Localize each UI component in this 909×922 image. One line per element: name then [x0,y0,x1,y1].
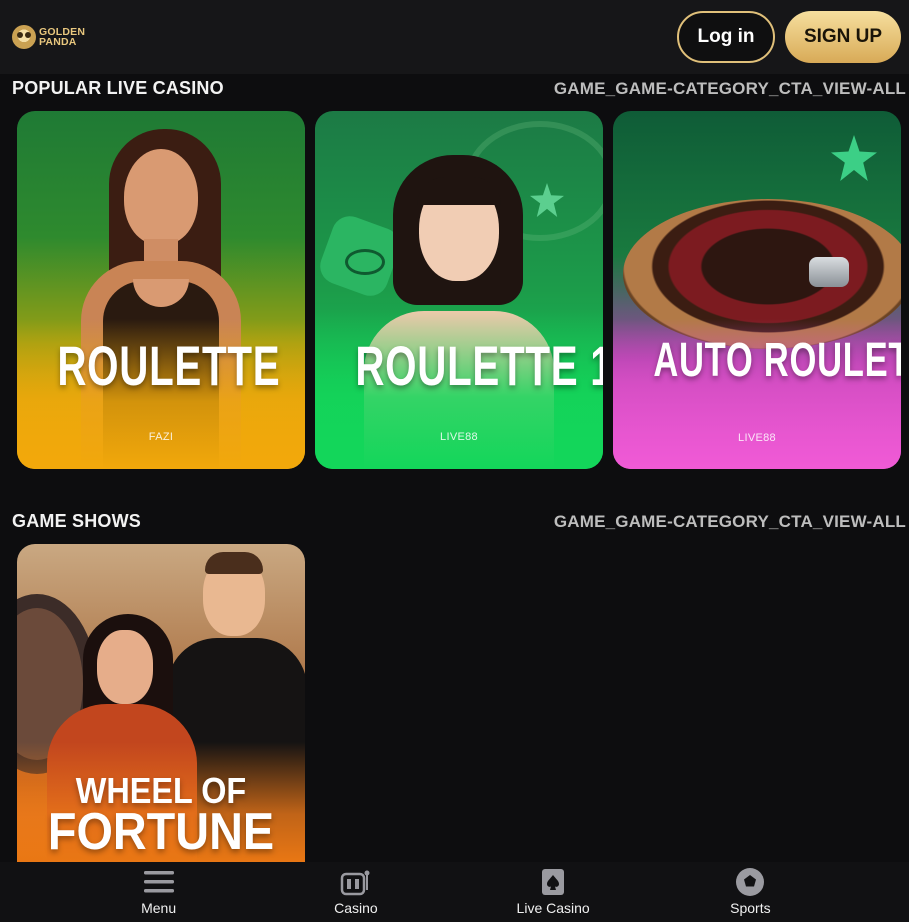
game-shows-header: GAME SHOWS GAME_GAME-CATEGORY_CTA_VIEW-A… [12,511,906,532]
nav-label: Live Casino [516,900,590,916]
popular-live-casino-header: POPULAR LIVE CASINO GAME_GAME-CATEGORY_C… [12,78,906,99]
game-card-auto-roulette-1[interactable]: AUTO ROULETTE 1 LIVE88 [613,111,901,469]
nav-sports[interactable]: Sports [690,868,810,916]
signup-button[interactable]: SIGN UP [785,11,901,63]
dealer-image [315,111,603,469]
nav-label: Sports [730,900,771,916]
star-icon [831,135,877,181]
game-card-wheel-of-fortune[interactable]: WHEEL OF FORTUNE [17,544,305,862]
section-title: GAME SHOWS [12,511,142,531]
game-provider: LIVE88 [440,431,478,443]
game-card-roulette-1[interactable]: ROULETTE 1 LIVE88 [315,111,603,469]
view-all-link[interactable]: GAME_GAME-CATEGORY_CTA_VIEW-ALL [554,79,906,99]
bottom-navigation: Menu Casino Live Casino Sports [0,862,909,922]
login-button[interactable]: Log in [677,11,775,63]
game-title-line-2: FORTUNE [47,803,275,861]
game-provider: LIVE88 [738,432,776,444]
view-all-link[interactable]: GAME_GAME-CATEGORY_CTA_VIEW-ALL [554,512,906,532]
nav-live-casino[interactable]: Live Casino [493,868,613,916]
logo-text: GOLDEN PANDA [39,27,85,48]
logo-line-2: PANDA [39,36,77,48]
nav-label: Menu [141,900,177,916]
nav-casino[interactable]: Casino [296,868,416,916]
dealer-image [17,111,305,469]
slot-machine-icon [340,868,372,896]
menu-icon [143,868,175,896]
roulette-wheel-icon [345,249,385,275]
game-card-roulette[interactable]: ROULETTE FAZI [17,111,305,469]
game-provider: FAZI [148,431,174,443]
page: GOLDEN PANDA Log in SIGN UP POPULAR LIVE… [0,0,909,922]
soccer-ball-icon [734,868,766,896]
nav-label: Casino [334,900,378,916]
golden-panda-logo[interactable]: GOLDEN PANDA [12,25,85,49]
section-title: POPULAR LIVE CASINO [12,78,224,98]
panda-logo-icon [12,25,36,49]
roulette-wheel-image [613,111,901,469]
game-title: ROULETTE 1 [355,334,603,397]
nav-menu[interactable]: Menu [99,868,219,916]
game-title: AUTO ROULETTE 1 [653,334,901,387]
playing-card-icon [537,868,569,896]
top-header: GOLDEN PANDA Log in SIGN UP [0,0,909,74]
header-actions: Log in SIGN UP [677,11,901,63]
game-title: ROULETTE [57,334,281,397]
